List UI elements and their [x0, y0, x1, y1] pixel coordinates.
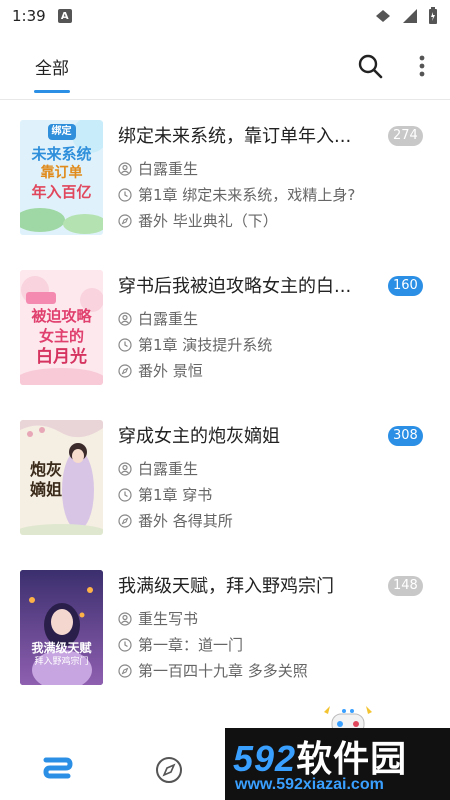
cover-title-line: 炮灰 [29, 460, 62, 479]
book-title[interactable]: 穿书后我被迫攻略女主的白... [118, 272, 378, 298]
latest-read-chapter: 第1章 绑定未来系统，戏精上身? [138, 186, 356, 204]
bookshelf-icon[interactable] [40, 754, 74, 786]
battery-icon [429, 7, 437, 24]
latest-update-row: 番外 各得其所 [118, 510, 233, 531]
clock-icon [118, 187, 132, 202]
author-icon [118, 611, 132, 626]
status-bar: 1:39 A [0, 0, 450, 32]
unread-count-badge: 308 [388, 426, 423, 446]
tab-all[interactable]: 全部 [35, 54, 69, 79]
cover-title-line: 靠订单 [40, 165, 83, 181]
author-icon [118, 311, 132, 326]
status-time: 1:39 [12, 7, 46, 25]
book-author: 白露重生 [138, 460, 199, 478]
cover-title-line: 未来系统 [31, 145, 92, 163]
unread-count-badge: 148 [388, 576, 423, 596]
cover-title-line: 白月光 [36, 347, 87, 367]
cover-title-line: 女主的 [38, 327, 84, 345]
book-author: 白露重生 [138, 310, 199, 328]
notification-icon: A [57, 9, 72, 23]
latest-update-chapter: 第一百四十九章 多多关照 [138, 662, 308, 680]
cover-title-line: 拜入野鸡宗门 [34, 657, 89, 667]
book-cover[interactable]: 绑定 未来系统 靠订单 年入百亿 [20, 120, 103, 235]
clock-icon [118, 337, 132, 352]
cover-title-line: 年入百亿 [31, 183, 92, 201]
compass-icon [118, 513, 132, 528]
latest-update-chapter: 番外 毕业典礼（下） [138, 212, 278, 230]
author-row: 白露重生 [118, 458, 198, 479]
clock-icon [118, 487, 132, 502]
author-icon [118, 461, 132, 476]
search-icon[interactable] [356, 52, 384, 80]
book-cover[interactable]: 我满级天赋 拜入野鸡宗门 [20, 570, 103, 685]
book-item[interactable]: 炮灰 嫡姐 穿成女主的炮灰嫡姐 308 白露重生 第1章 穿书 番外 各得其所 [0, 420, 450, 570]
read-progress-row: 第1章 穿书 [118, 484, 212, 505]
watermark-text: 软件园 [296, 738, 408, 779]
more-options-icon[interactable] [412, 52, 432, 80]
book-item[interactable]: 我满级天赋 拜入野鸡宗门 我满级天赋，拜入野鸡宗门 148 重生写书 第一章：道… [0, 570, 450, 720]
read-progress-row: 第1章 演技提升系统 [118, 334, 272, 355]
read-progress-row: 第一章：道一门 [118, 634, 243, 655]
top-bar: 全部 [0, 32, 450, 100]
compass-icon [118, 663, 132, 678]
discover-compass-icon[interactable] [153, 754, 185, 786]
book-item[interactable]: 被迫攻略 女主的 白月光 穿书后我被迫攻略女主的白... 160 白露重生 第1… [0, 270, 450, 420]
unread-count-badge: 160 [388, 276, 423, 296]
latest-update-row: 第一百四十九章 多多关照 [118, 660, 308, 681]
watermark-number: 592 [233, 738, 297, 779]
cellular-icon [403, 9, 417, 23]
book-author: 白露重生 [138, 160, 199, 178]
book-cover[interactable]: 被迫攻略 女主的 白月光 [20, 270, 103, 385]
watermark-url: www.592xiazai.com [235, 776, 384, 793]
latest-update-row: 番外 毕业典礼（下） [118, 210, 278, 231]
book-item[interactable]: 绑定 未来系统 靠订单 年入百亿 绑定未来系统，靠订单年入... 274 白露重… [0, 120, 450, 270]
unread-count-badge: 274 [388, 126, 423, 146]
cover-title-line: 绑定 [51, 126, 72, 137]
author-icon [118, 161, 132, 176]
compass-icon [118, 363, 132, 378]
latest-update-chapter: 番外 各得其所 [138, 512, 233, 530]
read-progress-row: 第1章 绑定未来系统，戏精上身? [118, 184, 355, 205]
book-cover[interactable]: 炮灰 嫡姐 [20, 420, 103, 535]
watermark-logo: 592软件园 www.592xiazai.com [225, 728, 450, 800]
author-row: 白露重生 [118, 308, 198, 329]
clock-icon [118, 637, 132, 652]
tab-indicator [34, 90, 70, 93]
compass-icon [118, 213, 132, 228]
book-title[interactable]: 绑定未来系统，靠订单年入... [118, 122, 378, 148]
cover-title-line: 被迫攻略 [31, 307, 92, 325]
cover-title-line: 嫡姐 [29, 480, 62, 499]
latest-update-row: 番外 景恒 [118, 360, 203, 381]
cover-title-line: 我满级天赋 [31, 641, 92, 655]
book-title[interactable]: 我满级天赋，拜入野鸡宗门 [118, 572, 378, 598]
latest-read-chapter: 第1章 穿书 [138, 486, 213, 504]
author-row: 重生写书 [118, 608, 198, 629]
book-author: 重生写书 [138, 610, 199, 628]
latest-read-chapter: 第1章 演技提升系统 [138, 336, 273, 354]
book-title[interactable]: 穿成女主的炮灰嫡姐 [118, 422, 378, 448]
latest-read-chapter: 第一章：道一门 [138, 636, 244, 654]
latest-update-chapter: 番外 景恒 [138, 362, 203, 380]
author-row: 白露重生 [118, 158, 198, 179]
signal-icon [376, 10, 390, 22]
